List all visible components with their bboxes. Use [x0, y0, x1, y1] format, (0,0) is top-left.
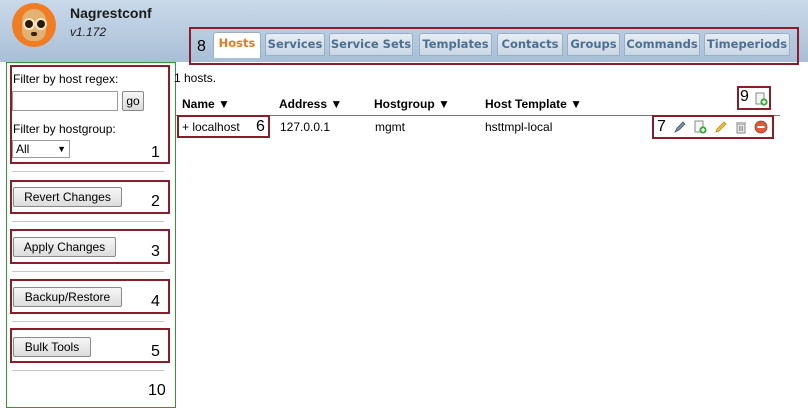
tab-groups[interactable]: Groups: [567, 33, 620, 56]
backup-callout-number: 4: [151, 293, 160, 310]
filter-callout-number: 1: [151, 144, 160, 161]
tab-services[interactable]: Services: [265, 33, 325, 56]
bulk-tools-button[interactable]: Bulk Tools: [13, 337, 91, 357]
host-hostgroup: mgmt: [375, 120, 405, 134]
tab-hosts[interactable]: Hosts: [213, 32, 261, 58]
hostgroup-select[interactable]: All ▼: [12, 140, 70, 158]
host-name-link[interactable]: + localhost: [182, 120, 240, 134]
disable-minus-icon[interactable]: [754, 120, 768, 134]
host-address: 127.0.0.1: [280, 120, 331, 134]
sidebar-callout-number: 10: [148, 382, 166, 399]
host-regex-input[interactable]: [12, 91, 118, 111]
divider: [12, 221, 164, 223]
column-header-hostgroup[interactable]: Hostgroup ▼: [374, 97, 450, 111]
delete-trash-icon[interactable]: [734, 120, 748, 134]
add-host-icon[interactable]: [754, 92, 768, 106]
backup-restore-button[interactable]: Backup/Restore: [13, 287, 122, 307]
divider: [12, 370, 164, 372]
tab-service-sets[interactable]: Service Sets: [329, 33, 413, 56]
host-regex-label: Filter by host regex:: [13, 72, 119, 86]
actions-callout-number: 7: [657, 118, 666, 135]
host-template: hsttmpl-local: [485, 120, 553, 134]
app-version: v1.172: [70, 25, 107, 39]
add-callout-number: 9: [740, 88, 749, 105]
meerkat-logo-icon: [12, 3, 56, 47]
tabs-callout-number: 8: [197, 38, 206, 55]
hostgroup-selected-value: All: [16, 142, 30, 156]
column-header-host-template[interactable]: Host Template ▼: [485, 97, 582, 111]
tab-timeperiods[interactable]: Timeperiods: [704, 33, 790, 56]
tab-templates[interactable]: Templates: [419, 33, 492, 56]
tab-contacts[interactable]: Contacts: [497, 33, 563, 56]
rename-pencil-icon[interactable]: [714, 120, 728, 134]
chevron-down-icon: ▼: [57, 144, 66, 154]
apply-callout-number: 3: [151, 243, 160, 260]
name-callout-number: 6: [256, 118, 265, 135]
revert-changes-button[interactable]: Revert Changes: [13, 187, 122, 207]
divider: [12, 271, 164, 273]
column-header-name[interactable]: Name ▼: [182, 97, 230, 111]
clone-icon[interactable]: [693, 120, 707, 134]
column-header-address[interactable]: Address ▼: [279, 97, 342, 111]
app-title: Nagrestconf: [70, 5, 152, 21]
edit-icon[interactable]: [673, 120, 687, 134]
apply-changes-button[interactable]: Apply Changes: [13, 237, 116, 257]
divider: [12, 321, 164, 323]
go-button[interactable]: go: [122, 91, 144, 111]
bulk-callout-number: 5: [151, 343, 160, 360]
host-count: 1 hosts.: [174, 71, 217, 85]
hostgroup-label: Filter by hostgroup:: [13, 122, 116, 136]
revert-callout-number: 2: [151, 193, 160, 210]
tab-commands[interactable]: Commands: [624, 33, 700, 56]
divider: [12, 171, 164, 173]
